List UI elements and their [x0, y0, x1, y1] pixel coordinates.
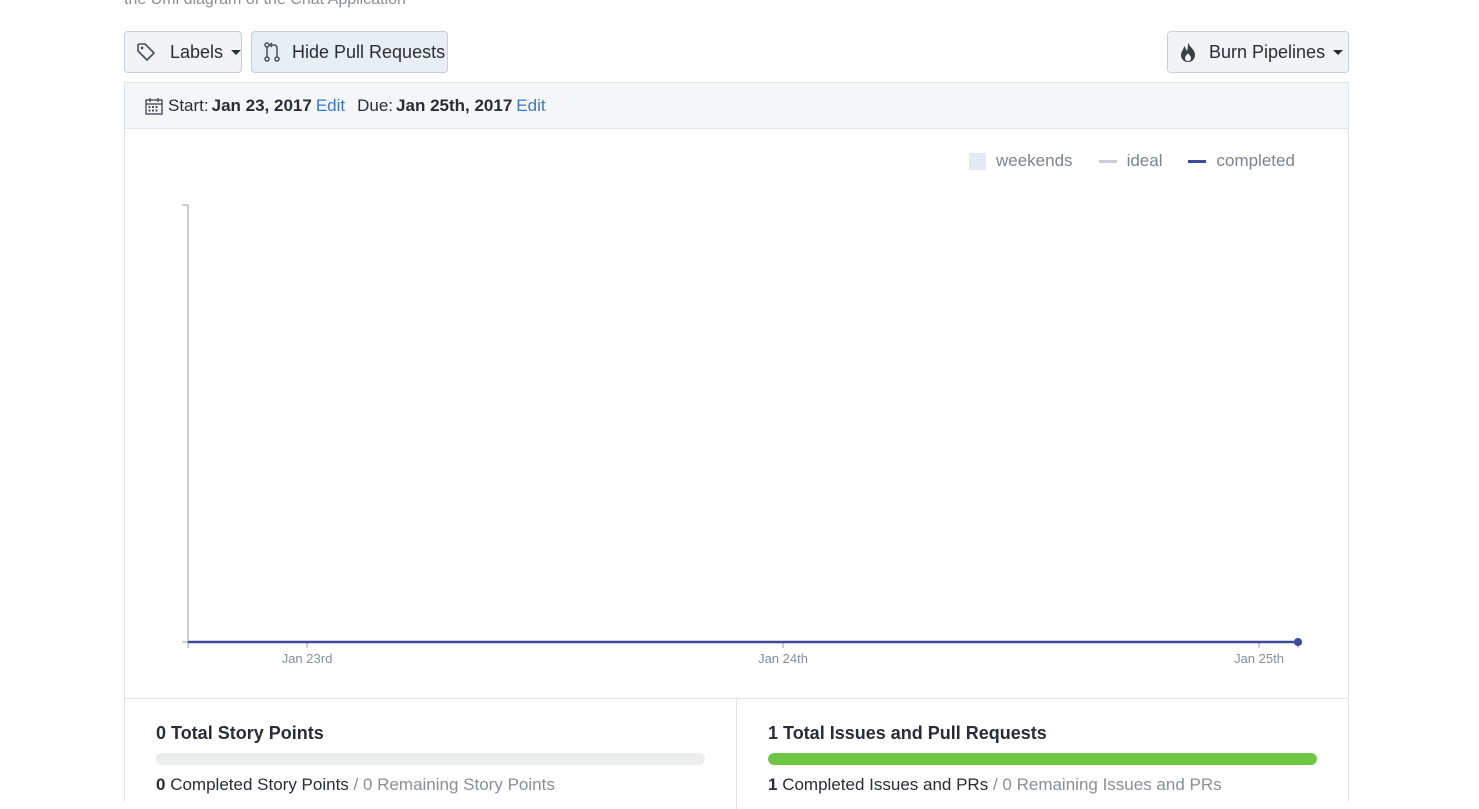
- burn-pipelines-label: Burn Pipelines: [1209, 41, 1326, 62]
- issues-stats: 1 Total Issues and Pull Requests 1 Compl…: [736, 699, 1348, 809]
- labels-dropdown-button[interactable]: Labels: [124, 31, 242, 73]
- chevron-down-icon: [1333, 49, 1344, 55]
- issues-progress-bar: [768, 753, 1317, 765]
- total-issues-heading: 1 Total Issues and Pull Requests: [768, 723, 1317, 744]
- total-issues-value: 1: [768, 723, 779, 743]
- x-tick-label: Jan 23rd: [282, 651, 333, 666]
- burn-pipelines-dropdown-button[interactable]: Burn Pipelines: [1167, 31, 1349, 73]
- total-story-points-heading: 0 Total Story Points: [156, 723, 705, 744]
- issues-separator: /: [992, 775, 998, 794]
- hide-pull-requests-label: Hide Pull Requests: [292, 41, 446, 62]
- remaining-issues-label: 0 Remaining Issues and PRs: [1002, 775, 1222, 794]
- total-story-points-value: 0: [156, 723, 167, 743]
- completed-story-points-label: Completed Story Points: [170, 775, 349, 794]
- milestone-description: the Uml diagram of the Chat Application: [124, 0, 406, 9]
- chevron-down-icon: [231, 49, 242, 55]
- story-points-progress-bar: [156, 753, 705, 765]
- completed-series-point: [1294, 638, 1302, 646]
- labels-button-label: Labels: [170, 41, 224, 62]
- issues-progress-fill: [768, 753, 1317, 765]
- x-tick-label: Jan 24th: [758, 651, 808, 666]
- burndown-panel: Start: Jan 23, 2017 Edit Due: Jan 25th, …: [124, 82, 1349, 809]
- tag-icon: [136, 42, 156, 62]
- burndown-chart: Jan 23rd Jan 24th Jan 25th: [182, 204, 1302, 666]
- milestone-stats: 0 Total Story Points 0 Completed Story P…: [125, 698, 1348, 809]
- pull-request-icon: [263, 42, 281, 62]
- story-points-stats: 0 Total Story Points 0 Completed Story P…: [125, 699, 736, 809]
- issues-summary: 1 Completed Issues and PRs / 0 Remaining…: [768, 775, 1317, 795]
- remaining-story-points-label: 0 Remaining Story Points: [363, 775, 555, 794]
- completed-story-points-value: 0: [156, 775, 166, 794]
- hide-pull-requests-button[interactable]: Hide Pull Requests: [251, 31, 448, 73]
- story-points-separator: /: [353, 775, 359, 794]
- completed-issues-label: Completed Issues and PRs: [782, 775, 989, 794]
- completed-issues-value: 1: [768, 775, 778, 794]
- x-tick-label: Jan 25th: [1234, 651, 1284, 666]
- total-issues-label: Total Issues and Pull Requests: [783, 723, 1047, 743]
- total-story-points-label: Total Story Points: [171, 723, 324, 743]
- story-points-summary: 0 Completed Story Points / 0 Remaining S…: [156, 775, 705, 795]
- fire-icon: [1179, 41, 1197, 63]
